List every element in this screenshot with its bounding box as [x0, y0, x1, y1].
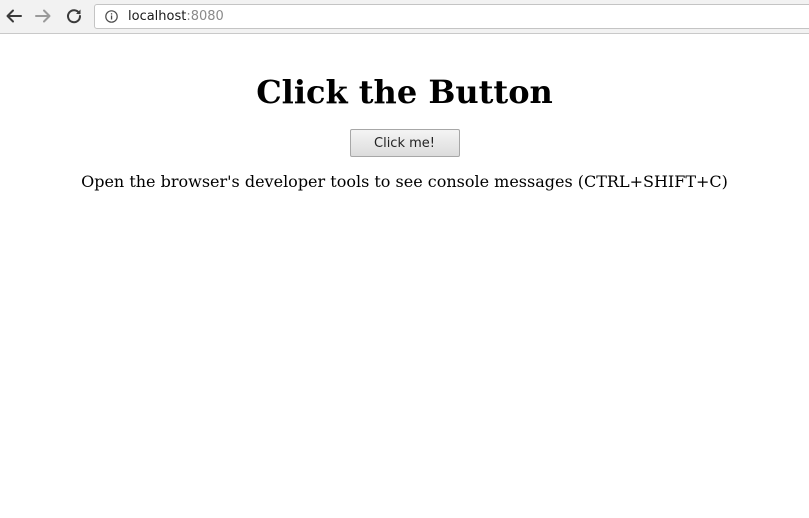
page-content: Click the Button Click me! Open the brow… — [0, 34, 809, 192]
arrow-right-icon — [35, 9, 51, 23]
reload-icon — [67, 9, 82, 24]
forward-button[interactable] — [32, 5, 54, 27]
info-icon[interactable] — [104, 10, 118, 24]
click-me-button[interactable]: Click me! — [349, 129, 460, 157]
address-bar[interactable]: localhost:8080 — [94, 4, 809, 29]
arrow-left-icon — [6, 9, 22, 23]
url-port: :8080 — [186, 9, 224, 24]
url-text[interactable]: localhost:8080 — [128, 9, 224, 24]
console-hint-text: Open the browser's developer tools to se… — [81, 172, 728, 191]
reload-button[interactable] — [63, 5, 85, 27]
browser-toolbar: localhost:8080 — [0, 0, 809, 34]
back-button[interactable] — [3, 5, 25, 27]
url-host: localhost — [128, 9, 187, 24]
page-title: Click the Button — [256, 73, 553, 111]
